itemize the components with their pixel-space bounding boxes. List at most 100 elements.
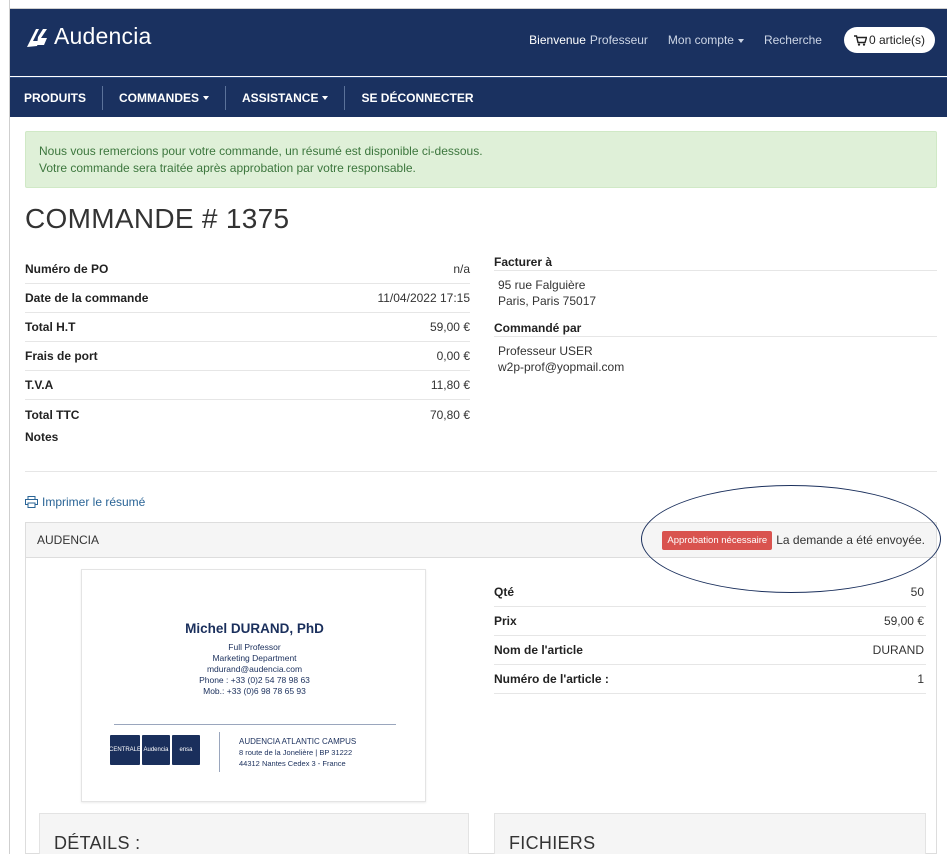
order-value: 11/04/2022 17:15 — [377, 291, 470, 305]
account-label: Mon compte — [667, 33, 734, 47]
spec-value: 50 — [910, 585, 924, 599]
card-name: Michel DURAND, PhD — [185, 621, 324, 636]
cart-count: 0 article(s) — [868, 33, 925, 47]
billing-info: Facturer à 95 rue Falguière Paris, Paris… — [494, 249, 937, 381]
files-section: FICHIERS — [494, 813, 926, 854]
ordered-by-email: w2p-prof@yopmail.com — [498, 360, 625, 374]
brand-logo[interactable]: Audencia — [24, 23, 152, 50]
card-divider — [114, 724, 396, 725]
order-label: Total TTC — [25, 407, 80, 422]
success-alert: Nous vous remercions pour votre commande… — [25, 131, 937, 188]
annotation-ellipse — [641, 485, 941, 593]
chevron-down-icon — [737, 38, 744, 43]
order-row-notes: Notes — [25, 429, 470, 445]
ordered-by-heading: Commandé par — [494, 315, 937, 337]
card-line: Phone : +33 (0)2 54 78 98 63 — [199, 675, 310, 685]
bill-address-line: 95 rue Falguière — [498, 278, 586, 292]
spec-value: DURAND — [872, 643, 924, 657]
menu-item-produits[interactable]: PRODUITS — [10, 85, 104, 110]
order-row-tva: T.V.A 11,80 € — [25, 371, 470, 400]
item-specs: Qté 50 Prix 59,00 € Nom de l'article DURAND… — [494, 578, 926, 694]
spec-row-number: Numéro de l'article : 1 — [494, 665, 926, 694]
welcome-label: Bienvenue — [529, 33, 586, 47]
order-row-po: Numéro de PO n/a — [25, 255, 470, 284]
business-card-preview[interactable]: Michel DURAND, PhD Full Professor Market… — [81, 569, 426, 802]
ensa-logo: ensa — [172, 735, 200, 765]
menu-item-assistance[interactable]: ASSISTANCE — [226, 85, 346, 110]
spec-row-price: Prix 59,00 € — [494, 607, 926, 636]
order-row-shipping: Frais de port 0,00 € — [25, 342, 470, 371]
details-title: DÉTAILS : — [54, 833, 141, 853]
section-divider — [25, 471, 937, 472]
spec-value: 1 — [917, 672, 924, 686]
audencia-logo-icon — [27, 28, 47, 47]
page-title: COMMANDE # 1375 — [25, 203, 290, 234]
bill-to-address: 95 rue Falguière Paris, Paris 75017 — [494, 271, 937, 315]
card-line: Marketing Department — [212, 653, 297, 663]
card-details: Full Professor Marketing Department mdur… — [82, 642, 427, 697]
card-line: Full Professor — [228, 642, 281, 652]
order-value: 11,80 € — [430, 378, 470, 392]
ordered-by-name: Professeur USER — [498, 344, 593, 358]
card-campus: AUDENCIA ATLANTIC CAMPUS — [239, 737, 357, 746]
details-section: DÉTAILS : — [39, 813, 469, 854]
order-label: T.V.A — [25, 378, 54, 392]
order-label: Frais de port — [25, 349, 98, 363]
order-label: Numéro de PO — [25, 262, 109, 276]
menu-item-logout[interactable]: SE DÉCONNECTER — [345, 86, 489, 110]
audencia-card-logo: Audencia — [142, 735, 170, 765]
spec-label: Qté — [494, 585, 515, 599]
cart-button[interactable]: 0 article(s) — [843, 27, 935, 53]
supplier-name: AUDENCIA — [37, 533, 100, 547]
print-summary-label: Imprimer le résumé — [42, 495, 146, 509]
order-row-total-ttc: Total TTC 70,80 € — [25, 400, 470, 429]
order-value: 70,80 € — [429, 407, 470, 422]
order-label: Total H.T — [25, 320, 76, 334]
card-line: Mob.: +33 (0)6 98 78 65 93 — [203, 686, 306, 696]
card-line: mdurand@audencia.com — [206, 664, 303, 674]
spec-value: 59,00 € — [883, 614, 924, 628]
files-title: FICHIERS — [509, 833, 596, 853]
alert-line-1: Nous vous remercions pour votre commande… — [39, 144, 483, 158]
bill-to-heading: Facturer à — [494, 249, 937, 271]
card-address-line: 44312 Nantes Cedex 3 - France — [239, 759, 346, 768]
order-row-date: Date de la commande 11/04/2022 17:15 — [25, 284, 470, 313]
print-summary-link[interactable]: Imprimer le résumé — [25, 495, 145, 509]
user-name: Professeur — [589, 33, 648, 47]
chevron-down-icon — [203, 95, 210, 100]
ordered-by-info: Professeur USER w2p-prof@yopmail.com — [494, 337, 937, 381]
spec-label: Numéro de l'article : — [494, 672, 609, 686]
brand-name: Audencia — [54, 23, 152, 49]
search-link[interactable]: Recherche — [764, 33, 822, 47]
top-nav: Bienvenue Professeur Mon compte Recherche… — [529, 27, 935, 53]
order-label: Date de la commande — [25, 291, 149, 305]
order-label: Notes — [25, 430, 59, 444]
account-menu[interactable]: Mon compte — [668, 33, 744, 47]
card-address-line: 8 route de la Jonelière | BP 31222 — [239, 748, 353, 757]
order-value: n/a — [453, 262, 470, 276]
cart-icon — [853, 34, 867, 46]
chevron-down-icon — [322, 95, 329, 100]
card-address: AUDENCIA ATLANTIC CAMPUS 8 route de la J… — [239, 736, 356, 769]
bill-address-line: Paris, Paris 75017 — [498, 294, 597, 308]
card-logos: CENTRALE Audencia ensa — [109, 735, 200, 765]
alert-line-2: Votre commande sera traitée après approb… — [39, 161, 416, 175]
order-value: 59,00 € — [429, 320, 470, 334]
menu-item-assistance-label: ASSISTANCE — [242, 90, 319, 105]
frame-left-border — [9, 0, 10, 854]
menu-item-commandes-label: COMMANDES — [119, 90, 200, 105]
centrale-logo: CENTRALE — [109, 735, 141, 765]
top-header: Audencia Bienvenue Professeur Mon compte … — [10, 9, 947, 76]
spec-label: Prix — [494, 614, 517, 628]
spec-row-name: Nom de l'article DURAND — [494, 636, 926, 665]
printer-icon — [25, 496, 38, 508]
card-vertical-divider — [219, 732, 220, 772]
spec-row-qty: Qté 50 — [494, 578, 926, 607]
spec-label: Nom de l'article — [494, 643, 583, 657]
order-value: 0,00 € — [436, 349, 470, 363]
order-row-total-ht: Total H.T 59,00 € — [25, 313, 470, 342]
welcome-text: Bienvenue Professeur — [529, 33, 648, 47]
menu-item-commandes[interactable]: COMMANDES — [103, 85, 227, 110]
order-summary-table: Numéro de PO n/a Date de la commande 11/04… — [25, 255, 470, 445]
main-menu: PRODUITS COMMANDES ASSISTANCE SE DÉCONNE… — [10, 77, 947, 117]
